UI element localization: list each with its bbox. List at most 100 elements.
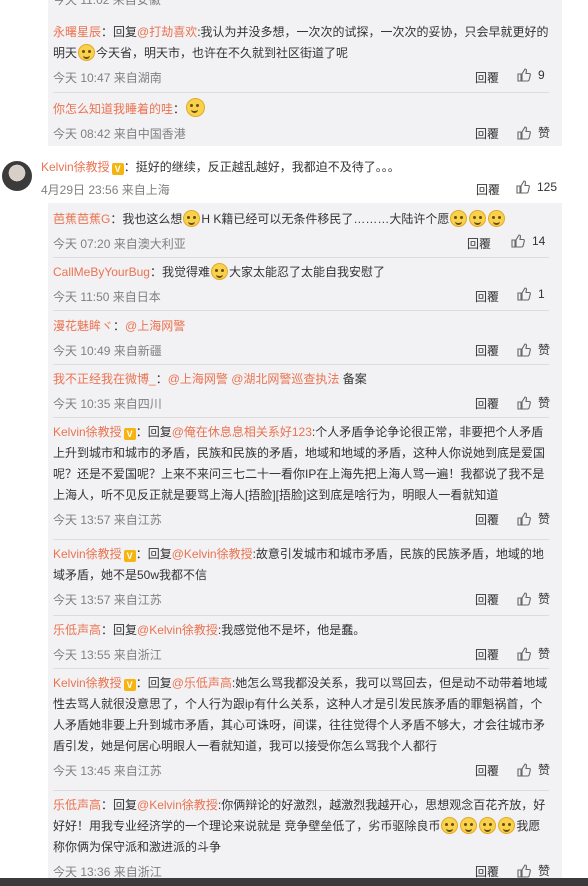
like-button[interactable]: 赞 (517, 862, 550, 879)
reply-username[interactable]: 我不正经我在微博_ (53, 372, 156, 386)
thumb-up-icon (517, 395, 531, 410)
reply-button[interactable]: 回覆 (475, 288, 499, 305)
thumb-up-icon (511, 234, 525, 248)
reply-username[interactable]: 乐低声高 (53, 623, 101, 637)
like-button[interactable]: 1 (517, 287, 545, 301)
reply-button[interactable]: 回覆 (475, 342, 499, 359)
thumb-up-icon (517, 511, 531, 526)
laugh-emoji-icon (488, 210, 506, 227)
thumb-up-icon (517, 125, 531, 140)
laugh-emoji-icon (450, 210, 468, 227)
reply-text: 永曙星辰：回复@打劫喜欢:我认为并没多想，一次次的试探，一次次的妥协，只会早就更… (53, 25, 549, 61)
like-label: 赞 (538, 343, 551, 357)
like-button[interactable]: 125 (516, 180, 557, 194)
like-label: 赞 (538, 763, 551, 777)
like-button[interactable]: 赞 (517, 341, 550, 358)
reply-button[interactable]: 回覆 (467, 235, 491, 252)
divider (53, 417, 549, 418)
reply-button[interactable]: 回覆 (475, 395, 499, 412)
thumb-up-icon (517, 591, 531, 606)
reply-button[interactable]: 回覆 (476, 181, 500, 198)
reply-mention[interactable]: @Kelvin徐教授 (137, 623, 218, 637)
like-count: 125 (537, 180, 558, 194)
divider (53, 668, 549, 669)
like-button[interactable]: 赞 (517, 124, 550, 141)
smile-emoji-icon (186, 98, 206, 117)
divider (53, 92, 549, 93)
divider (53, 539, 549, 540)
reply-username[interactable]: Kelvin徐教授 (53, 425, 122, 439)
reply-mention[interactable]: @Kelvin徐教授 (172, 547, 253, 561)
like-label: 赞 (538, 592, 551, 606)
reply-item: Kelvin徐教授 V ：回复@俺在休息息相关系好123:个人矛盾争论争论很正常，非… (53, 422, 550, 529)
reply-username[interactable]: 漫花魅眸ヾ (53, 319, 113, 333)
reply-meta: 今天 08:42 来自中国香港 回覆 赞 (53, 123, 550, 143)
reply-item: 漫花魅眸ヾ：@上海网警 今天 10:49 来自新疆 回覆 赞 (53, 316, 550, 360)
thumb-up-icon (517, 762, 531, 777)
reply-button[interactable]: 回覆 (475, 125, 499, 142)
reply-item: 芭蕉芭蕉G：我也这么想 H K籍已经可以无条件移民了………大陆许个愿 今天 07:… (53, 209, 549, 253)
like-button[interactable]: 9 (517, 68, 545, 82)
reply-username[interactable]: Kelvin徐教授 (53, 676, 122, 690)
reply-text: Kelvin徐教授 V ：回复@俺在休息息相关系好123:个人矛盾争论争论很正常，非… (53, 425, 546, 502)
reply-button[interactable]: 回覆 (475, 511, 499, 528)
reply-username[interactable]: 乐低声高 (53, 798, 101, 812)
reply-item: 乐低声高：回复@Kelvin徐教授:你俩辩论的好激烈，越激烈我越开心，思想观念百… (53, 795, 550, 881)
reply-mention[interactable]: @上海网警 (125, 319, 185, 333)
reply-button[interactable]: 回覆 (475, 646, 499, 663)
reply-text: 我不正经我在微博_：@上海网警 @湖北网警巡查执法 备案 (53, 372, 367, 386)
reply-mention[interactable]: @打劫喜欢 (137, 25, 197, 39)
reply-item: Kelvin徐教授 V ：回复@乐低声高:她怎么骂我都没关系，我可以骂回去，但是动不… (53, 673, 550, 780)
like-label: 赞 (538, 512, 551, 526)
reply-meta: 今天 13:55 来自浙江 回覆 赞 (53, 644, 550, 664)
reply-mention[interactable]: @乐低声高 (172, 676, 232, 690)
like-label: 赞 (538, 126, 551, 140)
comment-time: 4月29日 23:56 来自上海 (41, 183, 170, 197)
reply-mention[interactable]: @俺在休息息相关系好123 (172, 425, 312, 439)
avatar[interactable] (2, 161, 32, 191)
reply-meta: 今天 10:35 来自四川 回覆 赞 (53, 393, 550, 413)
reply-time: 今天 13:45 来自江苏 (53, 764, 162, 778)
reply-username[interactable]: 你怎么知道我睡着的哇 (53, 102, 173, 116)
divider (53, 310, 549, 311)
like-button[interactable]: 赞 (517, 590, 550, 607)
like-button[interactable]: 赞 (517, 645, 550, 662)
reply-text: CallMeByYourBug：我觉得难 大家太能忍了太能自我安慰了 (53, 263, 385, 280)
like-label: 赞 (538, 396, 551, 410)
like-button[interactable]: 赞 (517, 394, 550, 411)
laugh-emoji-icon (441, 817, 459, 834)
thumb-up-icon (517, 68, 531, 82)
laugh-emoji-icon (479, 817, 497, 834)
reply-meta: 今天 13:45 来自江苏 回覆 赞 (53, 760, 550, 780)
reply-mention[interactable]: @上海网警 (168, 372, 228, 386)
reply-time: 今天 10:49 来自新疆 (53, 344, 162, 358)
like-button[interactable]: 赞 (517, 510, 550, 527)
reply-text: Kelvin徐教授 V ：回复@乐低声高:她怎么骂我都没关系，我可以骂回去，但是动不… (53, 676, 548, 753)
reply-mention[interactable]: @湖北网警巡查执法 (231, 372, 339, 386)
reply-button[interactable]: 回覆 (475, 69, 499, 86)
reply-button[interactable]: 回覆 (475, 591, 499, 608)
reply-time: 今天 08:42 来自中国香港 (53, 127, 186, 141)
thumb-up-icon (517, 287, 531, 301)
reply-button[interactable]: 回覆 (475, 762, 499, 779)
reply-text: 漫花魅眸ヾ：@上海网警 (53, 319, 186, 333)
reply-username[interactable]: Kelvin徐教授 (53, 547, 122, 561)
reply-meta: 今天 10:49 来自新疆 回覆 赞 (53, 340, 550, 360)
like-button[interactable]: 14 (511, 234, 545, 248)
reply-text: 乐低声高：回复@Kelvin徐教授:我感觉他不是坏，他是蠢。 (53, 623, 366, 637)
reply-username[interactable]: 永曙星辰 (53, 25, 101, 39)
divider (53, 364, 549, 365)
like-count: 1 (538, 287, 545, 301)
laugh-emoji-icon (183, 210, 201, 227)
reply-item: CallMeByYourBug：我觉得难 大家太能忍了太能自我安慰了 今天 11:… (53, 262, 549, 306)
reply-username[interactable]: 芭蕉芭蕉G (53, 212, 110, 226)
comment-username[interactable]: Kelvin徐教授 (41, 160, 110, 174)
reply-mention[interactable]: @Kelvin徐教授 (137, 798, 218, 812)
reply-username[interactable]: CallMeByYourBug (53, 265, 150, 279)
divider (53, 615, 549, 616)
comment-meta: 4月29日 23:56 来自上海 回覆 125 (41, 179, 561, 199)
bottom-bar (0, 878, 588, 886)
like-button[interactable]: 赞 (517, 761, 550, 778)
laugh-emoji-icon (469, 210, 487, 227)
divider (53, 790, 549, 791)
